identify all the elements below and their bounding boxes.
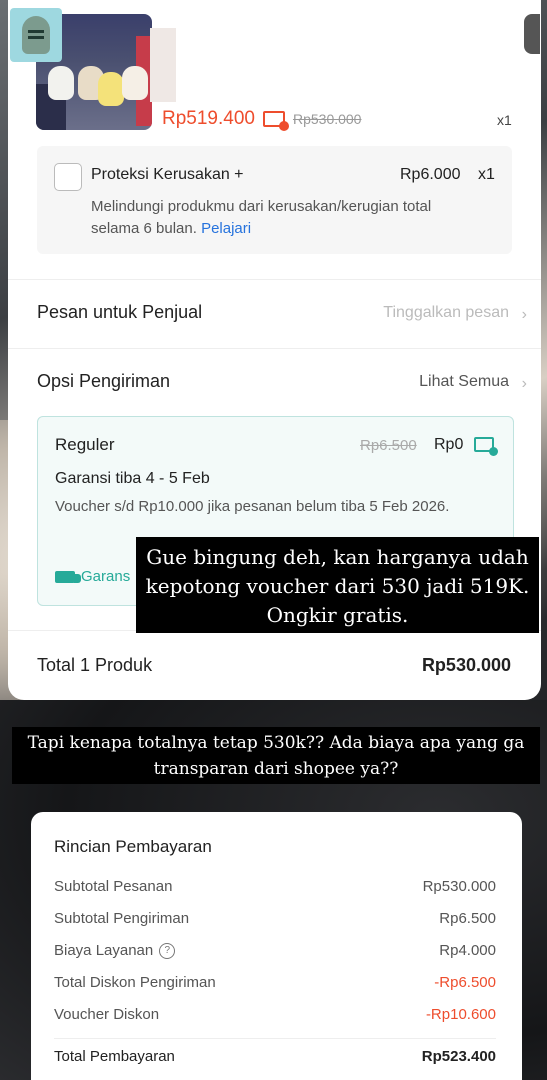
payment-row-label: Biaya Layanan (54, 942, 154, 959)
protection-description: Melindungi produkmu dari kerusakan/kerug… (91, 196, 481, 240)
divider (54, 1038, 496, 1039)
learn-more-link[interactable]: Pelajari (201, 220, 251, 237)
payment-row-value: Rp6.500 (439, 910, 496, 927)
payment-row-value: Rp530.000 (422, 878, 496, 895)
message-seller-row[interactable]: Pesan untuk Penjual Tinggalkan pesan › (8, 279, 541, 347)
shipping-price-now: Rp0 (434, 436, 464, 453)
payment-row: Subtotal Pesanan Rp530.000 (54, 878, 496, 902)
payment-details-title: Rincian Pembayaran (54, 837, 212, 856)
payment-row-value: -Rp10.600 (425, 1006, 496, 1023)
payment-row-value: -Rp6.500 (434, 974, 496, 991)
voucher-ticket-icon (262, 111, 289, 131)
payment-row-label: Total Diskon Pengiriman (54, 974, 216, 991)
payment-row-label: Subtotal Pengiriman (54, 910, 190, 927)
chevron-right-icon: › (521, 375, 527, 392)
product-quantity: x1 (497, 112, 512, 128)
shipping-voucher-icon (474, 437, 498, 456)
payment-row-label: Voucher Diskon (54, 1006, 160, 1023)
story-caption-first: Gue bingung deh, kan harganya udah kepot… (136, 537, 539, 633)
help-icon[interactable]: ? (159, 942, 176, 959)
plush-toy (48, 66, 74, 100)
shipping-guarantee: Garans (55, 568, 130, 585)
price-original: Rp530.000 (292, 111, 362, 127)
protection-price: Rp6.000 (400, 166, 461, 183)
shipping-guarantee-text: Garans (81, 568, 131, 585)
payment-total-row: Total Pembayaran Rp523.400 (54, 1048, 496, 1065)
overlay-strip (150, 28, 176, 102)
price-row: Rp519.400 Rp530.000 (162, 108, 362, 131)
protection-title: Proteksi Kerusakan + (91, 166, 244, 183)
chevron-right-icon: › (521, 306, 527, 323)
see-all-link[interactable]: Lihat Semua (419, 373, 509, 391)
plush-toy (122, 66, 148, 100)
shipping-eta: Garansi tiba 4 - 5 Feb (55, 470, 210, 487)
payment-row: Subtotal Pengiriman Rp6.500 (54, 910, 496, 934)
payment-row: Voucher Diskon -Rp10.600 (54, 1006, 496, 1030)
shipping-options-label: Opsi Pengiriman (37, 371, 171, 391)
order-total-row: Total 1 Produk Rp530.000 (8, 630, 541, 700)
protection-quantity: x1 (478, 166, 495, 183)
payment-row: Total Diskon Pengiriman -Rp6.500 (54, 974, 496, 998)
shipping-options-row[interactable]: Opsi Pengiriman Lihat Semua › (8, 348, 541, 416)
message-seller-placeholder[interactable]: Tinggalkan pesan (383, 304, 509, 322)
protection-description-text: Melindungi produkmu dari kerusakan/kerug… (91, 198, 432, 237)
price-now: Rp519.400 (162, 108, 255, 129)
shipping-voucher-note: Voucher s/d Rp10.000 jika pesanan belum … (55, 498, 450, 515)
payment-row-label: Subtotal Pesanan (54, 878, 173, 895)
truck-icon (55, 570, 81, 583)
payment-row: Biaya Layanan ? Rp4.000 (54, 942, 496, 966)
payment-total-value: Rp523.400 (421, 1048, 496, 1065)
payment-total-label: Total Pembayaran (54, 1048, 175, 1065)
payment-details-card: Rincian Pembayaran Subtotal Pesanan Rp53… (31, 812, 522, 1080)
protection-box: Proteksi Kerusakan + Rp6.000 x1 Melindun… (37, 146, 512, 254)
payment-row-label-wrap: Biaya Layanan ? (54, 942, 176, 959)
story-caption-second: Tapi kenapa totalnya tetap 530k?? Ada bi… (12, 727, 540, 784)
shipping-method-name: Reguler (55, 435, 115, 454)
plush-toy (98, 72, 124, 106)
protection-checkbox[interactable] (54, 163, 82, 191)
edge-handle (524, 14, 540, 54)
message-seller-label: Pesan untuk Penjual (37, 302, 203, 322)
shipping-price-original: Rp6.500 (360, 437, 417, 454)
order-total-value: Rp530.000 (421, 655, 511, 675)
profile-sticker-icon (10, 8, 62, 62)
payment-row-value: Rp4.000 (439, 942, 496, 959)
order-total-label: Total 1 Produk (37, 655, 153, 675)
